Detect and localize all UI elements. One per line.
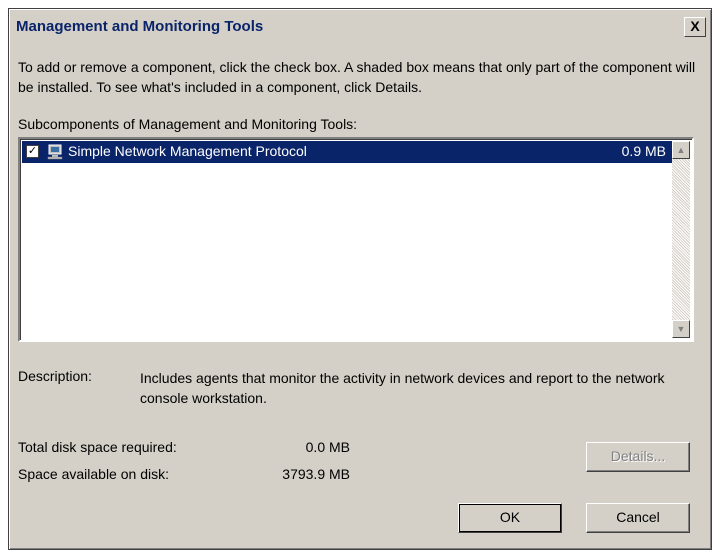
vertical-scrollbar[interactable]: ▲ ▼ <box>672 141 690 338</box>
title-bar: Management and Monitoring Tools X <box>12 12 708 42</box>
instructions-text: To add or remove a component, click the … <box>18 59 696 95</box>
disk-available-value: 3793.9 MB <box>282 466 350 482</box>
ok-button[interactable]: OK <box>458 503 562 533</box>
disk-required-label: Total disk space required: <box>18 439 177 455</box>
details-button[interactable]: Details... <box>586 442 690 472</box>
subcomponents-list[interactable]: ✓ Simple Network Management Protocol 0.9… <box>18 137 694 342</box>
network-computer-icon <box>47 144 63 160</box>
cancel-button[interactable]: Cancel <box>586 503 690 533</box>
list-item-label: Simple Network Management Protocol <box>68 143 307 159</box>
description-label: Description: <box>18 368 92 384</box>
list-item-size: 0.9 MB <box>621 143 666 159</box>
disk-available-label: Space available on disk: <box>18 466 169 482</box>
list-item[interactable]: ✓ Simple Network Management Protocol 0.9… <box>22 141 672 163</box>
scroll-up-button[interactable]: ▲ <box>672 141 690 159</box>
subcomponents-label: Subcomponents of Management and Monitori… <box>18 116 358 132</box>
window-title: Management and Monitoring Tools <box>16 18 264 35</box>
scroll-down-button[interactable]: ▼ <box>672 320 690 338</box>
description-text: Includes agents that monitor the activit… <box>140 370 665 406</box>
checkbox-checked[interactable]: ✓ <box>26 145 39 158</box>
close-button[interactable]: X <box>684 17 706 37</box>
disk-required-value: 0.0 MB <box>305 439 350 455</box>
